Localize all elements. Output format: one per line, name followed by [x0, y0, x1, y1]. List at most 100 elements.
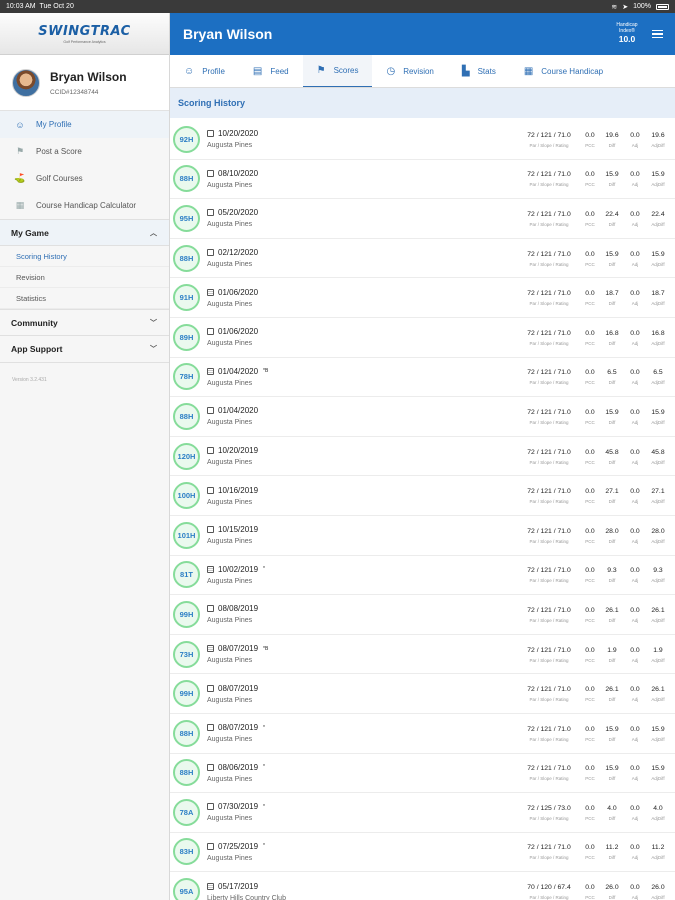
wifi-icon: ≋ [611, 3, 618, 11]
handicap-value: 10.0 [618, 34, 636, 45]
table-row[interactable]: 120H 10/20/2019 Augusta Pines 72 / 121 / 71… [170, 437, 675, 477]
table-row[interactable]: 81T 10/02/2019 * Augusta Pines 72 / 121 / 71… [170, 556, 675, 596]
stat-adj-value: 0.0 [630, 408, 640, 416]
score-date: 10/02/2019 [218, 564, 259, 574]
table-row[interactable]: 99H 08/07/2019 Augusta Pines 72 / 121 / 71.… [170, 674, 675, 714]
tab-label: Stats [477, 67, 496, 76]
checkbox-icon[interactable] [207, 328, 214, 336]
score-badge: 78H [173, 363, 200, 391]
table-row[interactable]: 95H 05/20/2020 Augusta Pines 72 / 121 / 71.… [170, 199, 675, 239]
checkbox-icon[interactable] [207, 486, 214, 494]
table-row[interactable]: 88H 08/07/2019 * Augusta Pines 72 / 121 / 71… [170, 714, 675, 754]
scorecard-icon[interactable] [207, 367, 214, 375]
tab-scores[interactable]: ⚑ Scores [302, 55, 373, 87]
sidebar-item-course-handicap-calculator[interactable]: ▦ Course Handicap Calculator [0, 192, 169, 219]
table-row[interactable]: 88H 01/04/2020 Augusta Pines 72 / 121 / 71.… [170, 397, 675, 437]
stat-psr-label: Par / Slope / Rating [529, 380, 569, 386]
stat-adjdiff-value: 6.5 [653, 369, 663, 377]
checkbox-icon[interactable] [207, 447, 214, 455]
course-name: Augusta Pines [207, 340, 253, 348]
stat-pcc-value: 0.0 [585, 527, 595, 535]
stat-diff-label: Diff [608, 221, 616, 227]
stat-pcc-label: PCC [585, 459, 595, 465]
table-row[interactable]: 78A 07/30/2019 * Augusta Pines 72 / 125 / 73… [170, 793, 675, 833]
checkbox-icon[interactable] [207, 605, 214, 613]
score-badge: 81T [173, 561, 200, 589]
tab-stats[interactable]: ▙ Stats [448, 55, 510, 87]
score-badge: 78A [173, 798, 200, 826]
score-date: 01/04/2020 [218, 366, 259, 376]
stat-adjdiff-value: 1.9 [653, 646, 663, 654]
feed-icon: ▤ [252, 66, 263, 77]
stat-psr-label: Par / Slope / Rating [529, 340, 569, 346]
stat-adjdiff-value: 19.6 [651, 131, 665, 139]
sidebar-section-community[interactable]: Community ﹀ [0, 309, 169, 336]
stat-adj-label: Adj [631, 697, 639, 703]
sidebar-item-my-profile[interactable]: ☺ My Profile [0, 111, 169, 138]
checkbox-icon[interactable] [207, 249, 214, 257]
table-row[interactable]: 101H 10/15/2019 Augusta Pines 72 / 121 / 71… [170, 516, 675, 556]
sidebar-item-scoring-history[interactable]: Scoring History [0, 246, 169, 267]
menu-icon[interactable] [652, 29, 663, 39]
checkbox-icon[interactable] [207, 803, 214, 811]
sidebar-item-golf-courses[interactable]: ⛳ Golf Courses [0, 165, 169, 192]
checkbox-icon[interactable] [207, 407, 214, 415]
stat-psr-value: 72 / 121 / 71.0 [527, 567, 571, 575]
stat-adj-value: 0.0 [630, 290, 640, 298]
sidebar-section-app-support[interactable]: App Support ﹀ [0, 336, 169, 363]
handicap-index: Handicap Index® 10.0 [612, 23, 642, 45]
table-row[interactable]: 78H 01/04/2020 *B Augusta Pines 72 / 121 / 7… [170, 358, 675, 398]
stat-diff-label: Diff [608, 578, 616, 584]
stat-adj-label: Adj [631, 895, 639, 900]
table-row[interactable]: 99H 08/08/2019 Augusta Pines 72 / 121 / 71.… [170, 595, 675, 635]
checkbox-icon[interactable] [207, 684, 214, 692]
checkbox-icon[interactable] [207, 526, 214, 534]
table-row[interactable]: 91H 01/06/2020 Augusta Pines 72 / 121 / 71.… [170, 278, 675, 318]
table-row[interactable]: 88H 08/10/2020 Augusta Pines 72 / 121 / 71.… [170, 160, 675, 200]
stat-psr-label: Par / Slope / Rating [529, 895, 569, 900]
stat-diff-value: 26.0 [605, 884, 619, 892]
score-date: 05/17/2019 [218, 881, 259, 891]
table-row[interactable]: 73H 08/07/2019 *B Augusta Pines 72 / 121 / 7… [170, 635, 675, 675]
stat-pcc-value: 0.0 [585, 171, 595, 179]
stat-diff-value: 15.9 [605, 725, 619, 733]
sidebar-item-post-score[interactable]: ⚑ Post a Score [0, 138, 169, 165]
sidebar-section-my-game[interactable]: My Game ︿ [0, 219, 169, 246]
scorecard-icon[interactable] [207, 882, 214, 890]
tab-profile[interactable]: ☺ Profile [170, 55, 239, 87]
table-row[interactable]: 89H 01/06/2020 Augusta Pines 72 / 121 / 71.… [170, 318, 675, 358]
stat-psr-value: 72 / 121 / 71.0 [527, 210, 571, 218]
tab-course-handicap[interactable]: ▦ Course Handicap [510, 55, 617, 87]
stat-diff-label: Diff [608, 459, 616, 465]
checkbox-icon[interactable] [207, 169, 214, 177]
table-row[interactable]: 100H 10/16/2019 Augusta Pines 72 / 121 / 71… [170, 476, 675, 516]
stat-diff-label: Diff [608, 736, 616, 742]
score-mark: *B [263, 645, 269, 652]
stat-pcc-label: PCC [585, 617, 595, 623]
scorecard-icon[interactable] [207, 565, 214, 573]
checkbox-icon[interactable] [207, 209, 214, 217]
tab-feed[interactable]: ▤ Feed [239, 55, 303, 87]
scorecard-icon[interactable] [207, 288, 214, 296]
top-header: Bryan Wilson Handicap Index® 10.0 [170, 13, 675, 55]
checkbox-icon[interactable] [207, 130, 214, 138]
table-row[interactable]: 95A 05/17/2019 Liberty Hills Country Club 7… [170, 872, 675, 900]
checkbox-icon[interactable] [207, 763, 214, 771]
stat-adjdiff-value: 9.3 [653, 567, 663, 575]
profile-card[interactable]: Bryan Wilson CCID#12348744 [0, 55, 169, 111]
score-badge: 83H [173, 838, 200, 866]
score-date: 10/20/2019 [218, 446, 259, 456]
course-name: Augusta Pines [207, 379, 253, 387]
sidebar-item-revision[interactable]: Revision [0, 267, 169, 288]
course-name: Augusta Pines [207, 498, 253, 506]
checkbox-icon[interactable] [207, 724, 214, 732]
checkbox-icon[interactable] [207, 842, 214, 850]
tab-revision[interactable]: ◷ Revision [372, 55, 447, 87]
table-row[interactable]: 83H 07/25/2019 * Augusta Pines 72 / 121 / 71… [170, 833, 675, 873]
scorecard-icon[interactable] [207, 645, 214, 653]
score-date: 08/08/2019 [218, 604, 259, 614]
table-row[interactable]: 88H 02/12/2020 Augusta Pines 72 / 121 / 71.… [170, 239, 675, 279]
table-row[interactable]: 92H 10/20/2020 Augusta Pines 72 / 121 / 71.… [170, 120, 675, 160]
table-row[interactable]: 88H 08/06/2019 * Augusta Pines 72 / 121 / 71… [170, 754, 675, 794]
sidebar-item-statistics[interactable]: Statistics [0, 288, 169, 309]
